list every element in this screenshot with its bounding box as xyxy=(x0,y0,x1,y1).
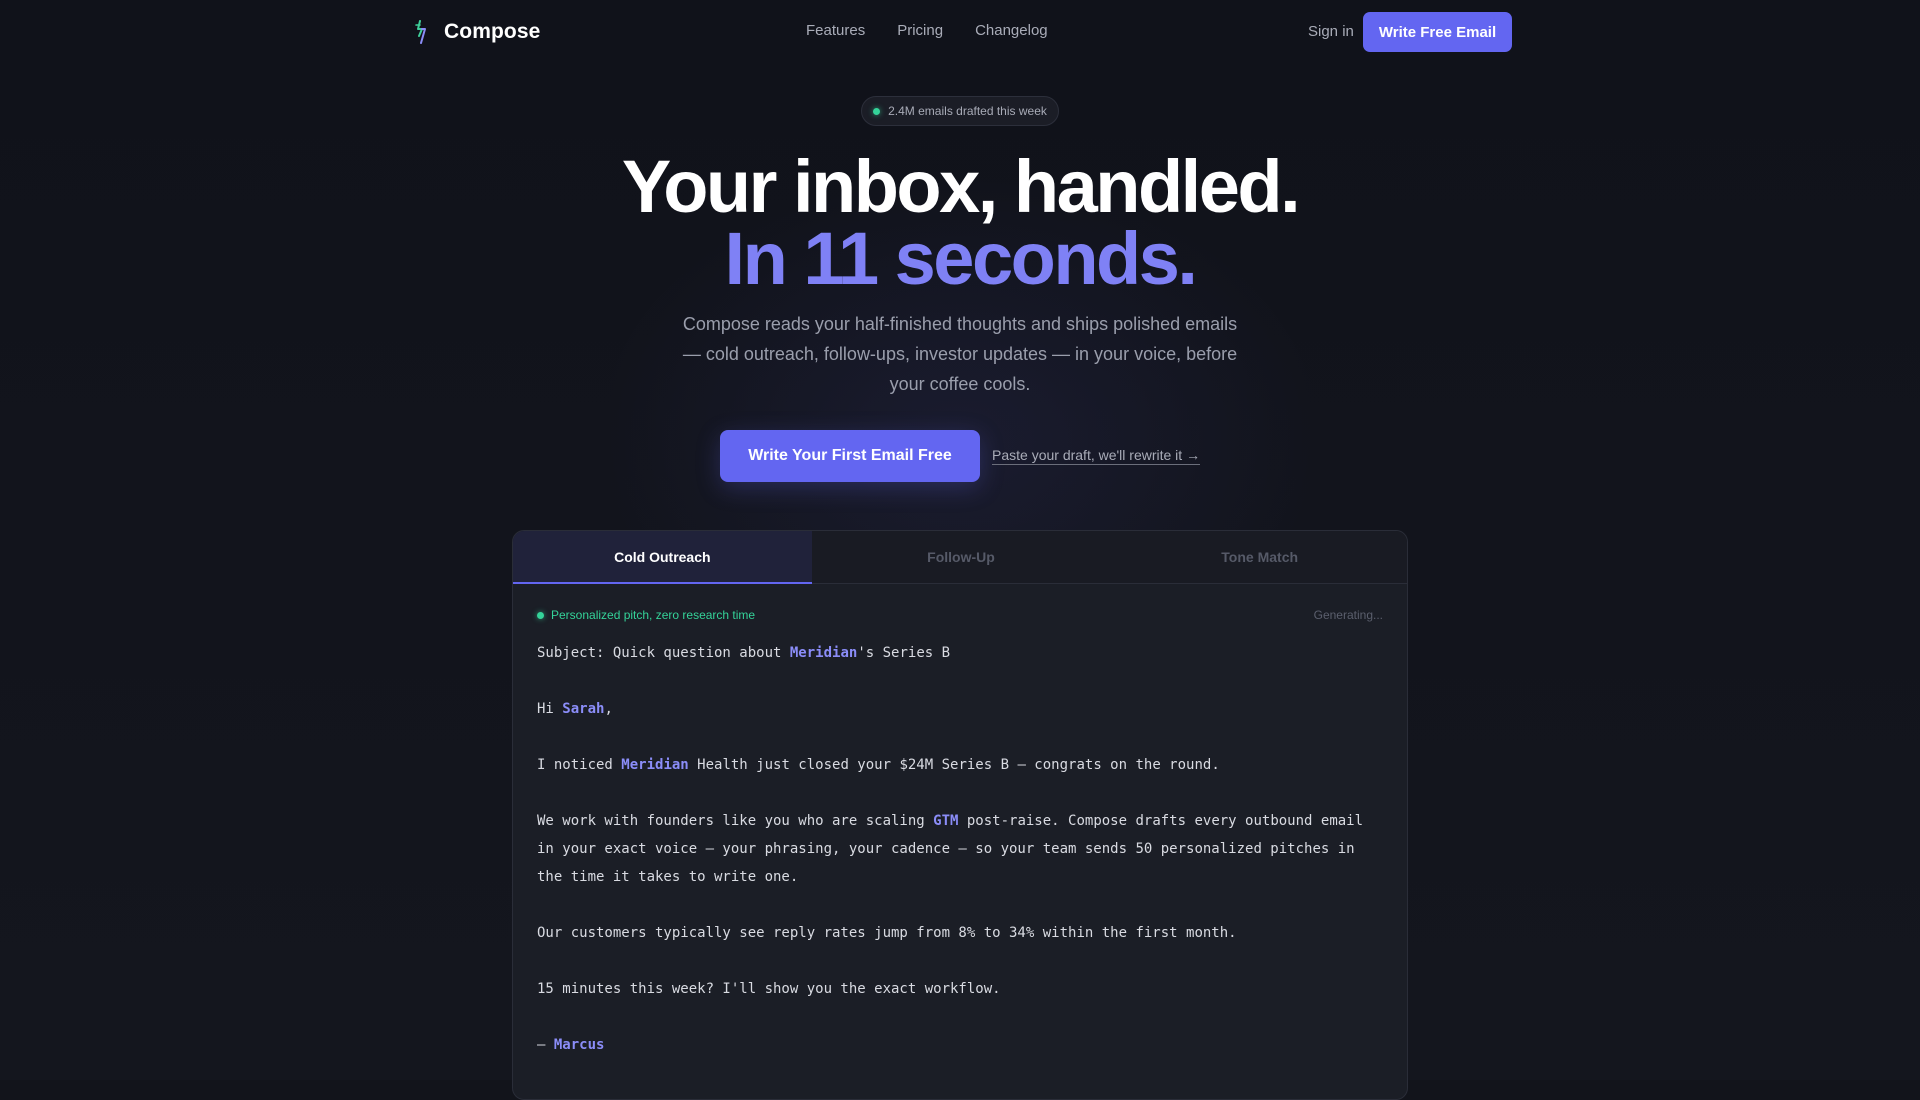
write-first-email-button[interactable]: Write Your First Email Free xyxy=(720,430,980,482)
top-navigation: Compose Features Pricing Changelog Sign … xyxy=(0,0,1920,64)
demo-status-row: Personalized pitch, zero research time G… xyxy=(537,608,1383,624)
write-free-email-button[interactable]: Write Free Email xyxy=(1363,12,1512,52)
email-demo-card: Cold Outreach Follow-Up Tone Match Perso… xyxy=(512,530,1408,1100)
email-paragraph-1: I noticed Meridian Health just closed yo… xyxy=(537,757,1220,773)
brand-name: Compose xyxy=(444,20,541,43)
highlight-company: Meridian xyxy=(789,645,858,661)
brand-logo[interactable]: Compose xyxy=(412,18,540,46)
email-subject: Subject: Quick question about Meridian's… xyxy=(537,645,951,661)
highlight-name: Sarah xyxy=(562,701,605,717)
sign-in-link[interactable]: Sign in xyxy=(1308,23,1354,40)
email-paragraph-2: We work with founders like you who are s… xyxy=(537,813,1364,885)
email-paragraph-4: 15 minutes this week? I'll show you the … xyxy=(537,981,1001,997)
hero-title-line1: Your inbox, handled. xyxy=(621,145,1301,228)
highlight-term: GTM xyxy=(933,813,959,829)
highlight-company: Meridian xyxy=(621,757,689,773)
email-signoff: — Marcus xyxy=(537,1037,605,1053)
stats-badge-text: 2.4M emails drafted this week xyxy=(888,104,1047,118)
status-dot xyxy=(537,611,544,619)
tab-tone-match[interactable]: Tone Match xyxy=(1110,531,1407,583)
nav-links: Features Pricing Changelog xyxy=(806,22,1048,39)
live-status-dot xyxy=(873,107,881,115)
lightning-feather-icon xyxy=(415,20,426,44)
paste-draft-link[interactable]: Paste your draft, we'll rewrite it → xyxy=(992,447,1201,465)
hero-subtitle: Compose reads your half-finished thought… xyxy=(682,314,1238,394)
stats-badge: 2.4M emails drafted this week xyxy=(861,96,1059,126)
tab-cold-outreach[interactable]: Cold Outreach xyxy=(513,531,812,584)
demo-status: Personalized pitch, zero research time xyxy=(537,608,755,622)
email-paragraph-3: Our customers typically see reply rates … xyxy=(537,925,1237,941)
tab-follow-up[interactable]: Follow-Up xyxy=(812,531,1111,583)
demo-tabs: Cold Outreach Follow-Up Tone Match xyxy=(513,531,1407,584)
highlight-sender: Marcus xyxy=(553,1037,605,1053)
email-greeting: Hi Sarah, xyxy=(537,701,613,717)
nav-link-features[interactable]: Features xyxy=(806,22,865,39)
hero-title-line2: In 11 seconds. xyxy=(724,217,1198,300)
nav-link-changelog[interactable]: Changelog xyxy=(975,22,1048,39)
email-preview: Subject: Quick question about Meridian's… xyxy=(537,639,1387,1087)
nav-link-pricing[interactable]: Pricing xyxy=(897,22,943,39)
generating-indicator: Generating... xyxy=(1313,608,1383,622)
demo-status-text: Personalized pitch, zero research time xyxy=(551,608,756,622)
